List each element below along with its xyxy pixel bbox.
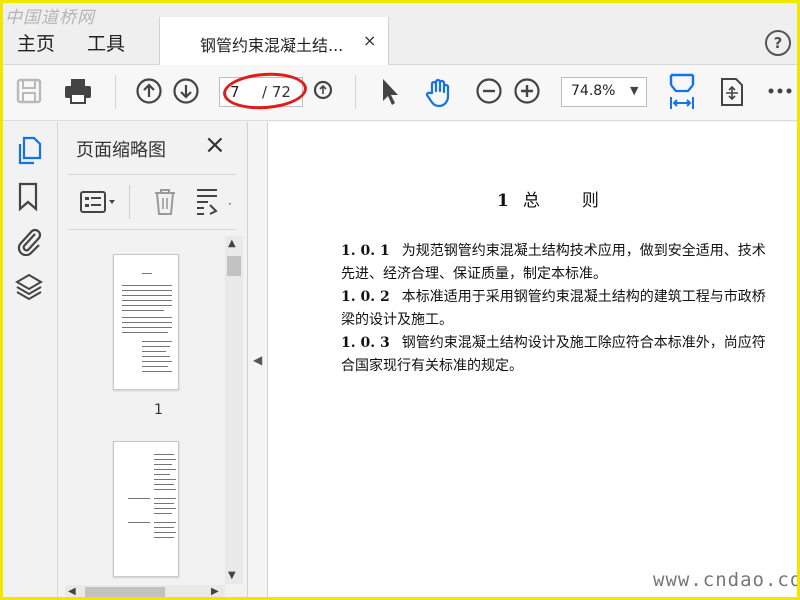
zoom-level-select[interactable]: 74.8% ▼ [561, 77, 647, 107]
fit-width-icon[interactable] [667, 73, 697, 111]
scroll-down-icon[interactable]: ▼ [228, 570, 236, 581]
window-frame: 中国道桥网 主页 工具 钢管约束混凝土结... × ? 7 / 72 74.8%… [0, 0, 800, 600]
scroll-right-icon[interactable]: ▶ [211, 586, 219, 597]
thumbnails-list[interactable]: 1 [68, 234, 244, 579]
chevron-down-icon: ▼ [630, 84, 639, 97]
thumbnails-panel-title: 页面缩略图 [76, 140, 166, 161]
zoom-search-icon[interactable] [311, 77, 335, 105]
clause-paragraph: 1. 0. 3 钢管约束混凝土结构设计及施工除应符合本标准外，尚应符合国家现行有关… [341, 335, 766, 374]
document-tab[interactable]: 钢管约束混凝土结... × [159, 17, 389, 65]
save-icon[interactable] [15, 77, 43, 105]
toolbar-divider [355, 75, 356, 109]
bookmark-icon[interactable] [15, 182, 41, 212]
zoom-out-icon[interactable] [475, 77, 503, 105]
document-view[interactable]: 1总则 1. 0. 1 为规范钢管约束混凝土结构技术应用，做到安全适用、技术先进、… [267, 122, 797, 597]
rotate-view-icon[interactable] [719, 77, 745, 107]
toolbar-divider [115, 75, 116, 109]
scroll-up-icon[interactable]: ▲ [228, 238, 236, 249]
previous-page-icon[interactable] [135, 77, 163, 105]
site-watermark: 中国道桥网 [5, 8, 95, 28]
print-icon[interactable] [63, 77, 93, 105]
more-options-icon[interactable] [767, 87, 793, 95]
menu-tools[interactable]: 工具 [87, 29, 125, 56]
site-watermark-url: www.cndao.com [653, 569, 800, 591]
document-tab-title: 钢管约束混凝土结... [200, 36, 344, 55]
zoom-in-icon[interactable] [513, 77, 541, 105]
thumbnails-toolbar: · [68, 174, 236, 230]
close-panel-icon[interactable]: × [204, 130, 226, 160]
attachment-icon[interactable] [15, 226, 43, 256]
trash-icon[interactable] [152, 187, 178, 217]
scrollbar-thumb[interactable] [85, 587, 165, 597]
clause-paragraph: 1. 0. 2 本标准适用于采用钢管约束混凝土结构的建筑工程与市政桥梁的设计及施工… [341, 289, 766, 328]
hand-tool-icon[interactable] [423, 77, 455, 109]
layers-icon[interactable] [15, 272, 43, 302]
next-page-icon[interactable] [172, 77, 200, 105]
more-options-icon[interactable]: · [228, 197, 232, 211]
collapse-panel-icon[interactable]: ◀ [253, 353, 262, 367]
thumbnail-page-2[interactable] [113, 441, 179, 577]
menu-home[interactable]: 主页 [17, 29, 55, 56]
menu-bar: 中国道桥网 主页 工具 钢管约束混凝土结... × ? [3, 3, 797, 65]
close-tab-icon[interactable]: × [363, 31, 376, 50]
thumbnail-page-1[interactable] [113, 254, 179, 390]
thumbnail-options-icon[interactable] [80, 189, 118, 215]
select-tool-icon[interactable] [379, 77, 401, 107]
page-thumbnails-icon[interactable] [15, 136, 43, 166]
zoom-level-value: 74.8% [571, 83, 616, 99]
thumbnail-page-number: 1 [154, 402, 163, 418]
toolbar-divider [129, 185, 130, 219]
left-rail [3, 122, 58, 597]
scroll-left-icon[interactable]: ◀ [68, 586, 76, 597]
chapter-heading: 1总则 [497, 191, 601, 211]
scrollbar-thumb[interactable] [227, 256, 241, 276]
thumbnails-horizontal-scrollbar[interactable]: ◀ ▶ [65, 585, 225, 597]
page-thumbnails-panel: 页面缩略图 × · 1 [58, 122, 248, 597]
toolbar: 7 / 72 74.8% ▼ [3, 65, 797, 121]
extract-page-icon[interactable] [194, 187, 222, 217]
thumbnails-vertical-scrollbar[interactable]: ▲ ▼ [225, 236, 243, 584]
clause-paragraph: 1. 0. 1 为规范钢管约束混凝土结构技术应用，做到安全适用、技术先进、经济合理… [341, 243, 766, 282]
help-icon[interactable]: ? [765, 30, 791, 56]
